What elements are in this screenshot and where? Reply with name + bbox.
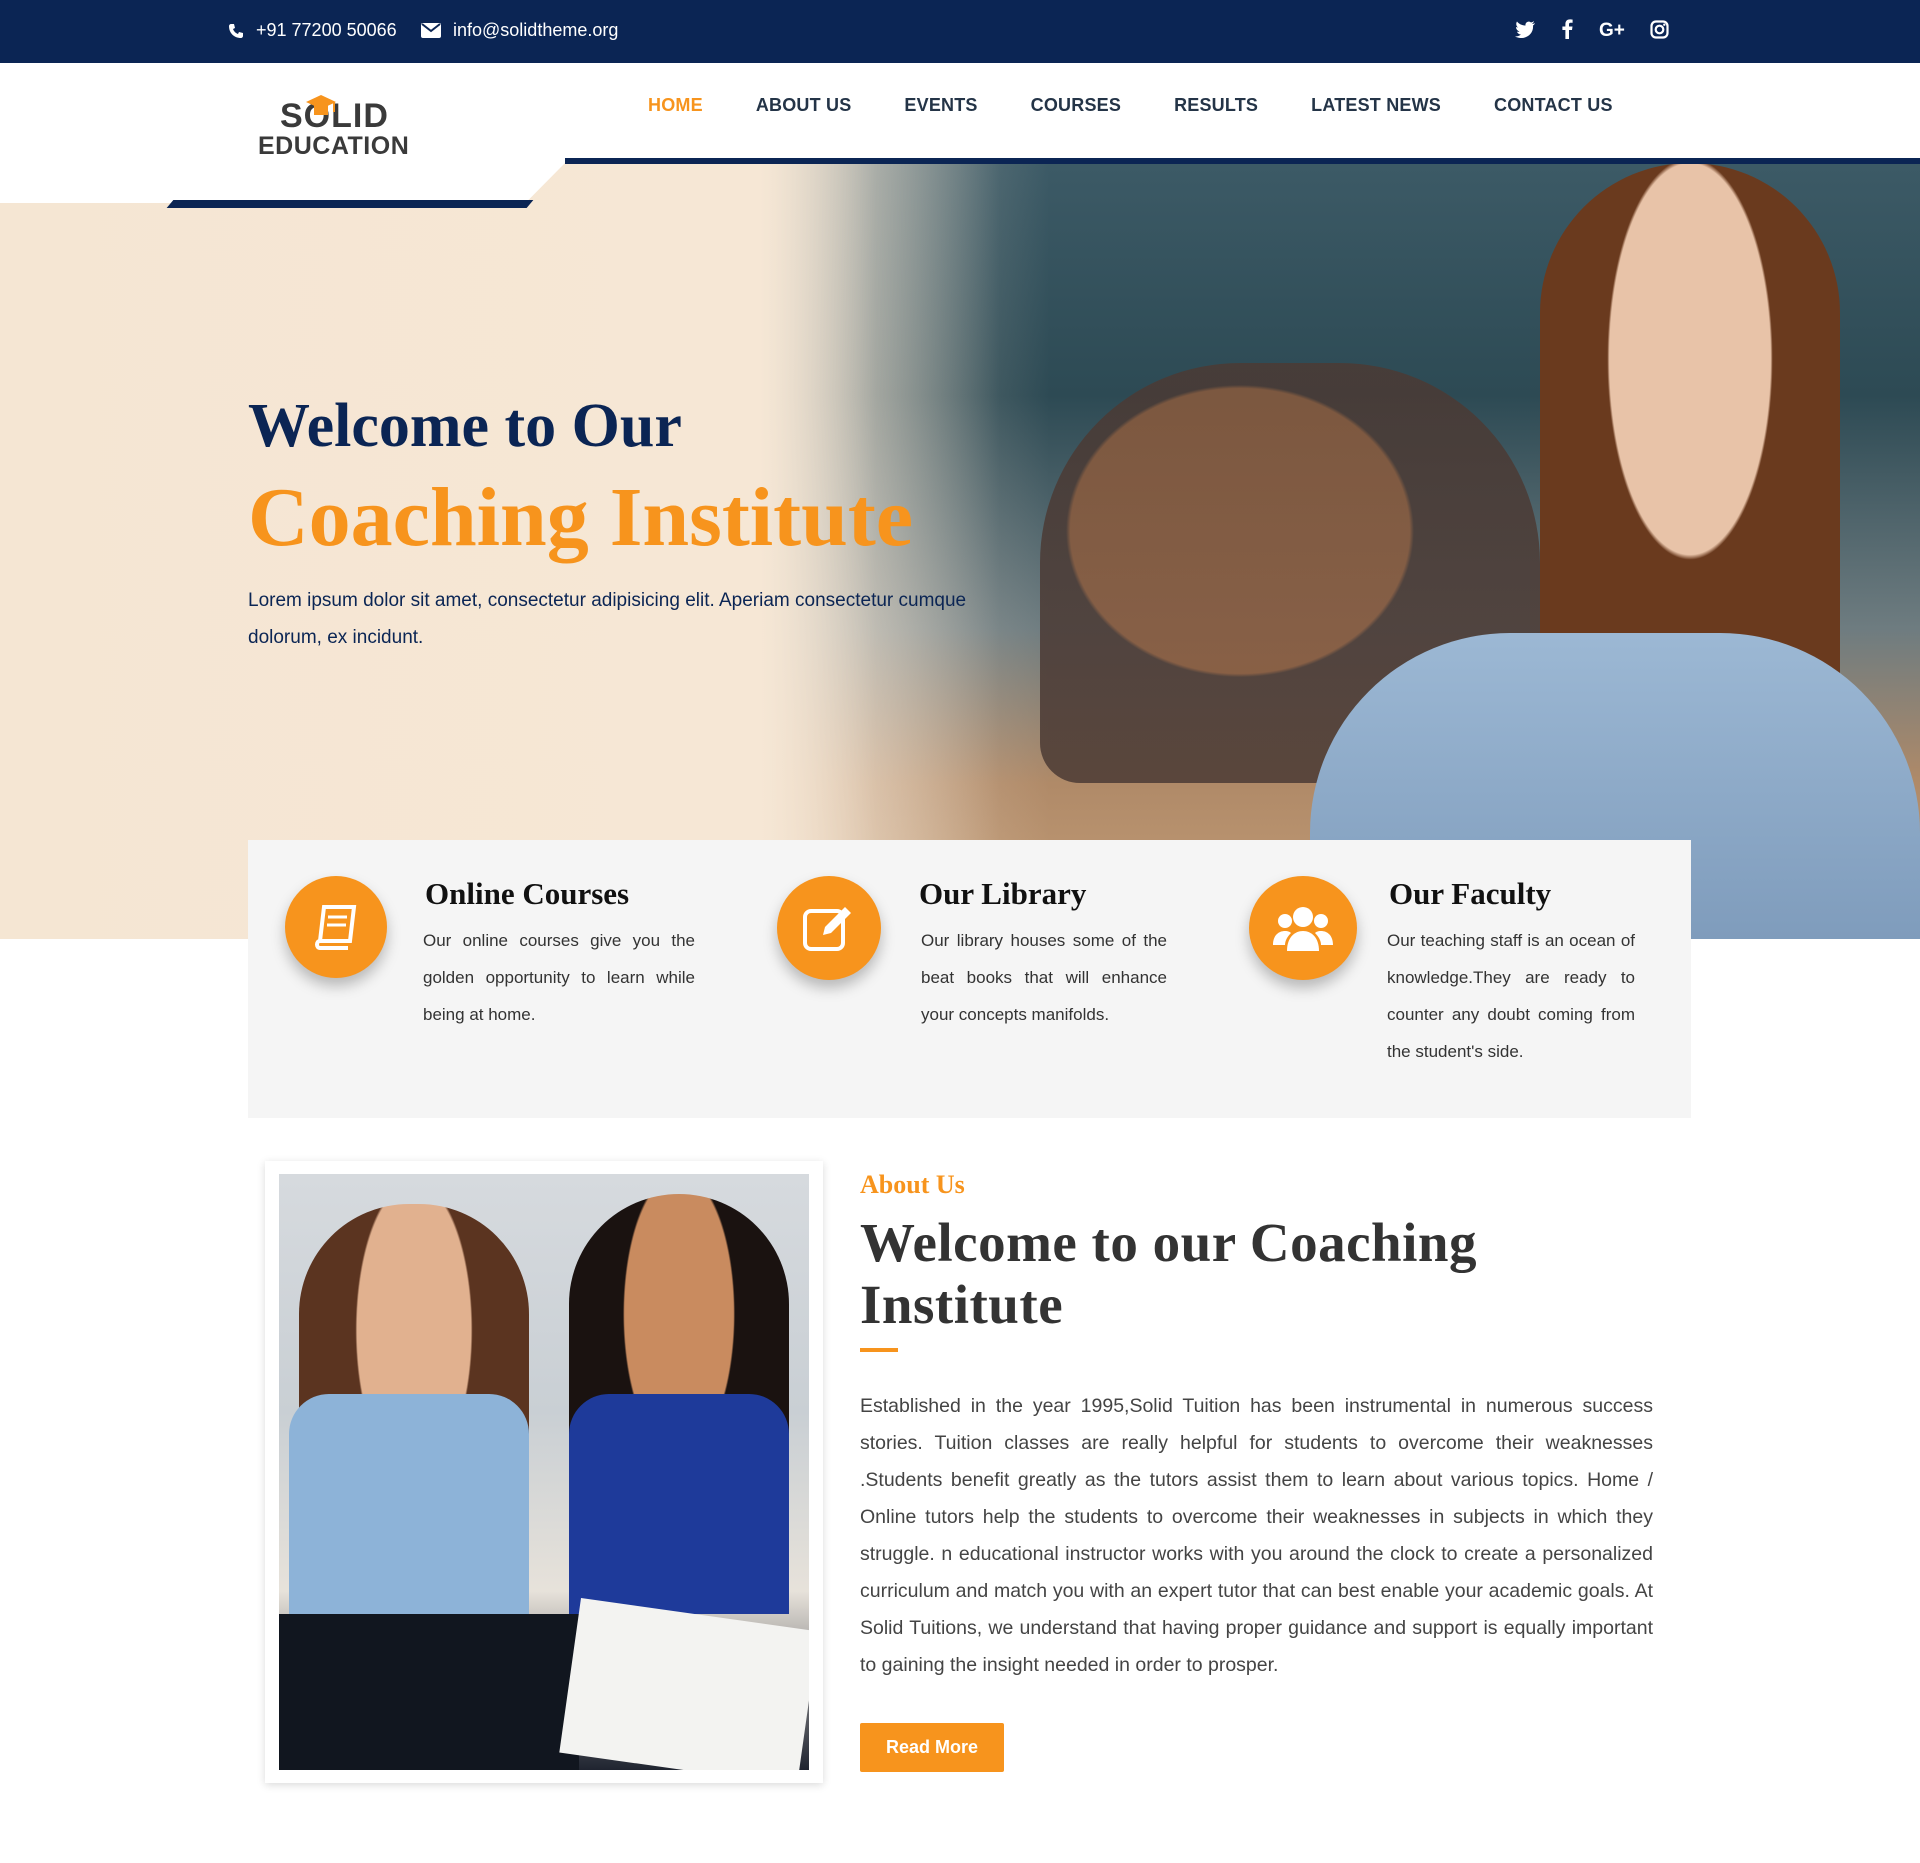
nav-events[interactable]: EVENTS bbox=[904, 95, 977, 116]
about-image-frame bbox=[265, 1161, 823, 1783]
instagram-icon[interactable] bbox=[1648, 18, 1670, 40]
google-plus-icon[interactable]: G+ bbox=[1598, 18, 1628, 40]
users-icon bbox=[1273, 907, 1333, 951]
feature-desc: Our teaching staff is an ocean of knowle… bbox=[1387, 931, 1635, 1061]
about-photo-laptop bbox=[279, 1614, 579, 1770]
feature-title: Our Faculty bbox=[1389, 876, 1552, 911]
email-contact[interactable]: info@solidtheme.org bbox=[421, 20, 618, 41]
about-body: Established in the year 1995,Solid Tuiti… bbox=[860, 1395, 1653, 1676]
phone-number: +91 77200 50066 bbox=[256, 20, 397, 40]
about-kicker: About Us bbox=[860, 1170, 965, 1199]
header-edge-line bbox=[565, 158, 1920, 164]
feature-desc: Our library houses some of the beat book… bbox=[921, 931, 1167, 1024]
envelope-icon bbox=[421, 23, 441, 38]
about-photo-paper bbox=[559, 1598, 809, 1770]
feature-desc: Our online courses give you the golden o… bbox=[423, 931, 695, 1024]
logo-line-2: EDUCATION bbox=[258, 132, 410, 160]
hero-text: Welcome to Our Coaching Institute Lorem … bbox=[248, 390, 968, 656]
graduation-cap-icon bbox=[306, 95, 336, 115]
about-section: About Us Welcome to our Coaching Institu… bbox=[860, 1170, 1653, 1772]
about-title-underline bbox=[860, 1348, 898, 1352]
feature-icon-badge bbox=[1249, 876, 1357, 980]
facebook-icon[interactable] bbox=[1556, 18, 1578, 40]
about-photo-student-top bbox=[289, 1394, 529, 1624]
main-nav: HOME ABOUT US EVENTS COURSES RESULTS LAT… bbox=[648, 95, 1666, 116]
nav-courses[interactable]: COURSES bbox=[1031, 95, 1121, 116]
feature-title: Online Courses bbox=[425, 876, 630, 911]
phone-contact[interactable]: +91 77200 50066 bbox=[228, 20, 397, 41]
about-photo-tutor-top bbox=[569, 1394, 789, 1614]
features-panel: Online Courses Our online courses give y… bbox=[248, 840, 1691, 1118]
about-title: Welcome to our Coaching Institute bbox=[860, 1212, 1477, 1335]
nav-home[interactable]: HOME bbox=[648, 95, 703, 116]
header-slant bbox=[0, 163, 565, 203]
about-photo bbox=[279, 1174, 809, 1770]
hero-subtitle: Lorem ipsum dolor sit amet, consectetur … bbox=[248, 590, 967, 648]
logo-line-1: SOLID bbox=[280, 97, 389, 135]
nav-contact-us[interactable]: CONTACT US bbox=[1494, 95, 1613, 116]
social-links: G+ bbox=[1514, 18, 1670, 40]
site-logo[interactable]: SOLID EDUCATION bbox=[258, 95, 418, 160]
svg-text:G+: G+ bbox=[1599, 20, 1625, 38]
twitter-icon[interactable] bbox=[1514, 18, 1536, 40]
hero-title-line-2: Coaching Institute bbox=[248, 471, 914, 564]
edit-icon bbox=[803, 907, 851, 951]
book-icon bbox=[315, 905, 357, 950]
top-bar: +91 77200 50066 info@solidtheme.org G+ bbox=[0, 0, 1920, 63]
nav-about-us[interactable]: ABOUT US bbox=[756, 95, 852, 116]
email-address: info@solidtheme.org bbox=[453, 20, 619, 40]
logo-underline-stripe bbox=[166, 200, 534, 208]
feature-icon-badge bbox=[777, 876, 881, 980]
nav-results[interactable]: RESULTS bbox=[1174, 95, 1258, 116]
nav-latest-news[interactable]: LATEST NEWS bbox=[1311, 95, 1441, 116]
phone-icon bbox=[229, 23, 243, 38]
feature-icon-badge bbox=[285, 876, 387, 978]
feature-title: Our Library bbox=[919, 876, 1087, 911]
read-more-button[interactable]: Read More bbox=[860, 1723, 1005, 1772]
hero-title-line-1: Welcome to Our bbox=[248, 392, 682, 460]
